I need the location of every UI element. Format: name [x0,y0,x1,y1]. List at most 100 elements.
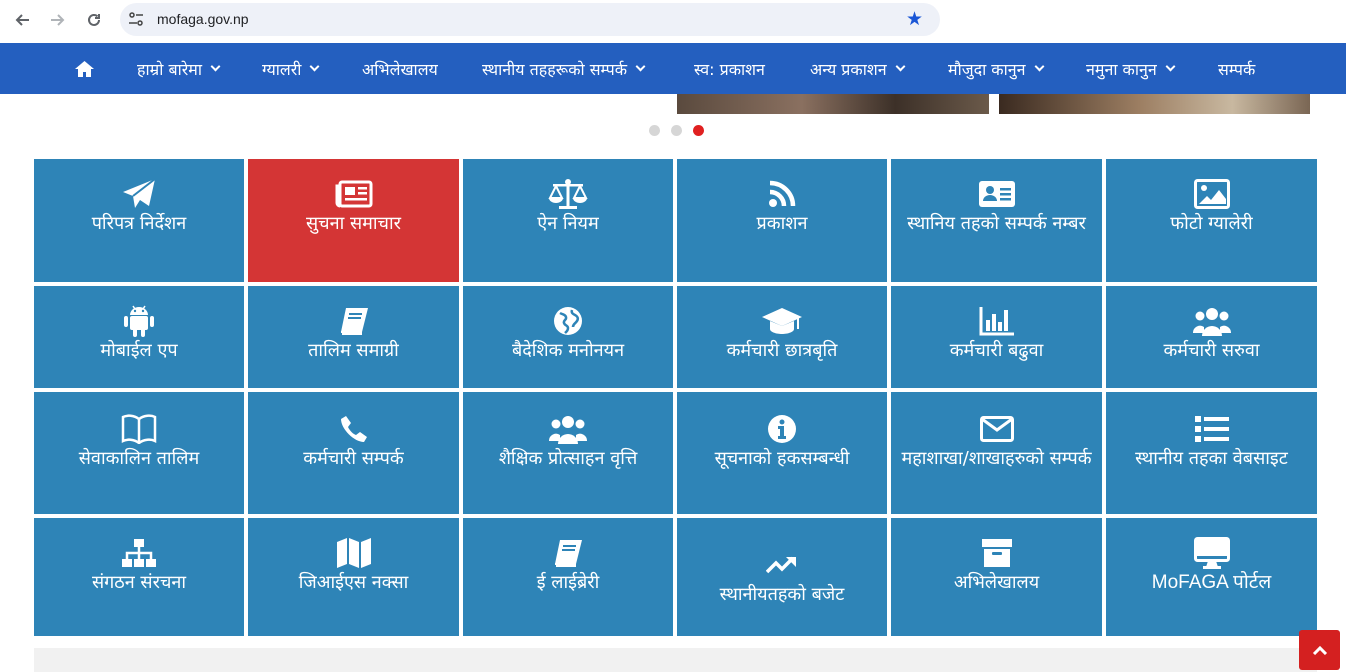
image-icon [1193,177,1230,211]
tile-label: बैदेशिक मनोनयन [511,340,625,361]
newspaper-icon [335,177,373,211]
nav-gallery[interactable]: ग्यालरी [262,43,320,94]
tile-local-contact-number[interactable]: स्थानिय तहको सम्पर्क नम्बर [891,159,1102,282]
chevron-down-icon [1034,61,1044,71]
tile-branch-contact[interactable]: महाशाखा/शाखाहरुको सम्पर्क [891,392,1102,514]
footer-strip [34,648,1317,672]
nav-gallery-label: ग्यालरी [262,59,302,79]
desktop-icon [1193,536,1230,570]
site-navbar: हाम्रो बारेमा ग्यालरी अभिलेखालय स्थानीय … [0,43,1346,94]
tile-local-websites[interactable]: स्थानीय तहका वेबसाइट [1106,392,1317,514]
tile-label: कर्मचारी छात्रबृति [726,340,838,361]
tile-label: परिपत्र निर्देशन [91,213,187,234]
nav-model-law-label: नमुना कानुन [1086,59,1157,79]
tile-label: कर्मचारी बढुवा [949,340,1044,361]
phone-icon [340,412,368,446]
tile-label: मोबाईल एप [100,340,178,361]
tile-mofaga-portal[interactable]: MoFAGA पोर्टल [1106,518,1317,636]
carousel-dot[interactable] [671,125,682,136]
tile-label: अभिलेखालय [953,572,1040,593]
nav-other-publication[interactable]: अन्य प्रकाशन [810,43,906,94]
chevron-down-icon [635,61,646,71]
tile-education-incentive[interactable]: शैक्षिक प्रोत्साहन वृत्ति [463,392,673,514]
tile-label: स्थानिय तहको सम्पर्क नम्बर [907,213,1086,234]
tile-circular[interactable]: परिपत्र निर्देशन [34,159,244,282]
nav-self-publication[interactable]: स्व: प्रकाशन [694,43,765,94]
reload-button[interactable] [82,8,106,32]
tile-label: महाशाखा/शाखाहरुको सम्पर्क [901,448,1092,469]
tile-archive[interactable]: अभिलेखालय [891,518,1102,636]
arrow-left-icon [15,14,29,26]
sitemap-icon [121,536,157,570]
tile-training-material[interactable]: तालिम समाग्री [248,286,459,388]
tile-staff-promotion[interactable]: कर्मचारी बढुवा [891,286,1102,388]
url-text[interactable]: mofaga.gov.np [157,11,249,27]
arrow-right-icon [51,14,65,26]
carousel-image[interactable] [677,94,989,114]
trend-up-icon [766,548,798,582]
rss-icon [768,177,796,211]
book-icon [338,304,370,338]
envelope-icon [979,412,1014,446]
back-to-top-button[interactable] [1299,630,1340,670]
tile-photo-gallery[interactable]: फोटो ग्यालेरी [1106,159,1317,282]
home-icon [75,60,94,77]
chevron-down-icon [210,61,221,71]
tile-staff-contact[interactable]: कर्मचारी सम्पर्क [248,392,459,514]
nav-existing-law[interactable]: मौजुदा कानुन [948,43,1044,94]
map-icon [336,536,372,570]
tile-label: ई लाईब्रेरी [536,572,600,593]
nav-model-law[interactable]: नमुना कानुन [1086,43,1176,94]
tile-label: MoFAGA पोर्टल [1151,572,1272,593]
back-button[interactable] [10,8,34,32]
bookmark-star-icon[interactable]: ★ [906,8,923,31]
tile-acts[interactable]: ऐन नियम [463,159,673,282]
nav-existing-law-label: मौजुदा कानुन [948,59,1026,79]
carousel-dot[interactable] [649,125,660,136]
service-tiles-grid: परिपत्र निर्देशन सुचना समाचार ऐन नियम प्रका… [34,159,1317,636]
tile-label: प्रकाशन [756,213,808,234]
home-link[interactable] [74,43,95,94]
archive-icon [981,536,1013,570]
chevron-down-icon [895,61,906,71]
nav-about[interactable]: हाम्रो बारेमा [137,43,221,94]
address-card-icon [978,177,1016,211]
tile-label: स्थानीय तहका वेबसाइट [1135,448,1288,469]
tile-foreign-nomination[interactable]: बैदेशिक मनोनयन [463,286,673,388]
tile-publication[interactable]: प्रकाशन [677,159,887,282]
reload-icon [88,13,100,26]
tile-label: संगठन संरचना [91,572,187,593]
browser-toolbar: mofaga.gov.np ★ [0,0,1346,43]
nav-other-publication-label: अन्य प्रकाशन [810,59,887,79]
carousel-dot-active[interactable] [693,125,704,136]
tile-mobile-app[interactable]: मोबाईल एप [34,286,244,388]
site-info-icon[interactable] [128,11,144,27]
balance-scale-icon [548,177,588,211]
tile-org-structure[interactable]: संगठन संरचना [34,518,244,636]
tile-inservice-training[interactable]: सेवाकालिन तालिम [34,392,244,514]
graduation-cap-icon [761,304,803,338]
tile-label: तालिम समाग्री [308,340,399,361]
tile-gis-map[interactable]: जिआईएस नक्सा [248,518,459,636]
nav-contact[interactable]: सम्पर्क [1218,43,1255,94]
users-icon [549,412,587,446]
tile-news[interactable]: सुचना समाचार [248,159,459,282]
forward-button[interactable] [46,8,70,32]
carousel-image[interactable] [999,94,1310,114]
nav-local-contacts[interactable]: स्थानीय तहहरूको सम्पर्क [482,43,646,94]
tile-staff-transfer[interactable]: कर्मचारी सरुवा [1106,286,1317,388]
tile-label: ऐन नियम [537,213,599,234]
nav-about-label: हाम्रो बारेमा [137,59,202,79]
tile-label: स्थानीयतहको बजेट [719,584,845,605]
tile-label: कर्मचारी सम्पर्क [303,448,404,469]
tile-staff-scholarship[interactable]: कर्मचारी छात्रबृति [677,286,887,388]
info-circle-icon [767,412,797,446]
tile-e-library[interactable]: ई लाईब्रेरी [463,518,673,636]
tile-local-budget[interactable]: स्थानीयतहको बजेट [677,518,887,636]
tile-label: शैक्षिक प्रोत्साहन वृत्ति [498,448,638,469]
tile-label: सेवाकालिन तालिम [78,448,200,469]
nav-archive[interactable]: अभिलेखालय [362,43,438,94]
tile-right-to-info[interactable]: सूचनाको हकसम्बन्धी [677,392,887,514]
nav-local-contacts-label: स्थानीय तहहरूको सम्पर्क [482,59,628,79]
tile-label: सुचना समाचार [305,213,402,234]
